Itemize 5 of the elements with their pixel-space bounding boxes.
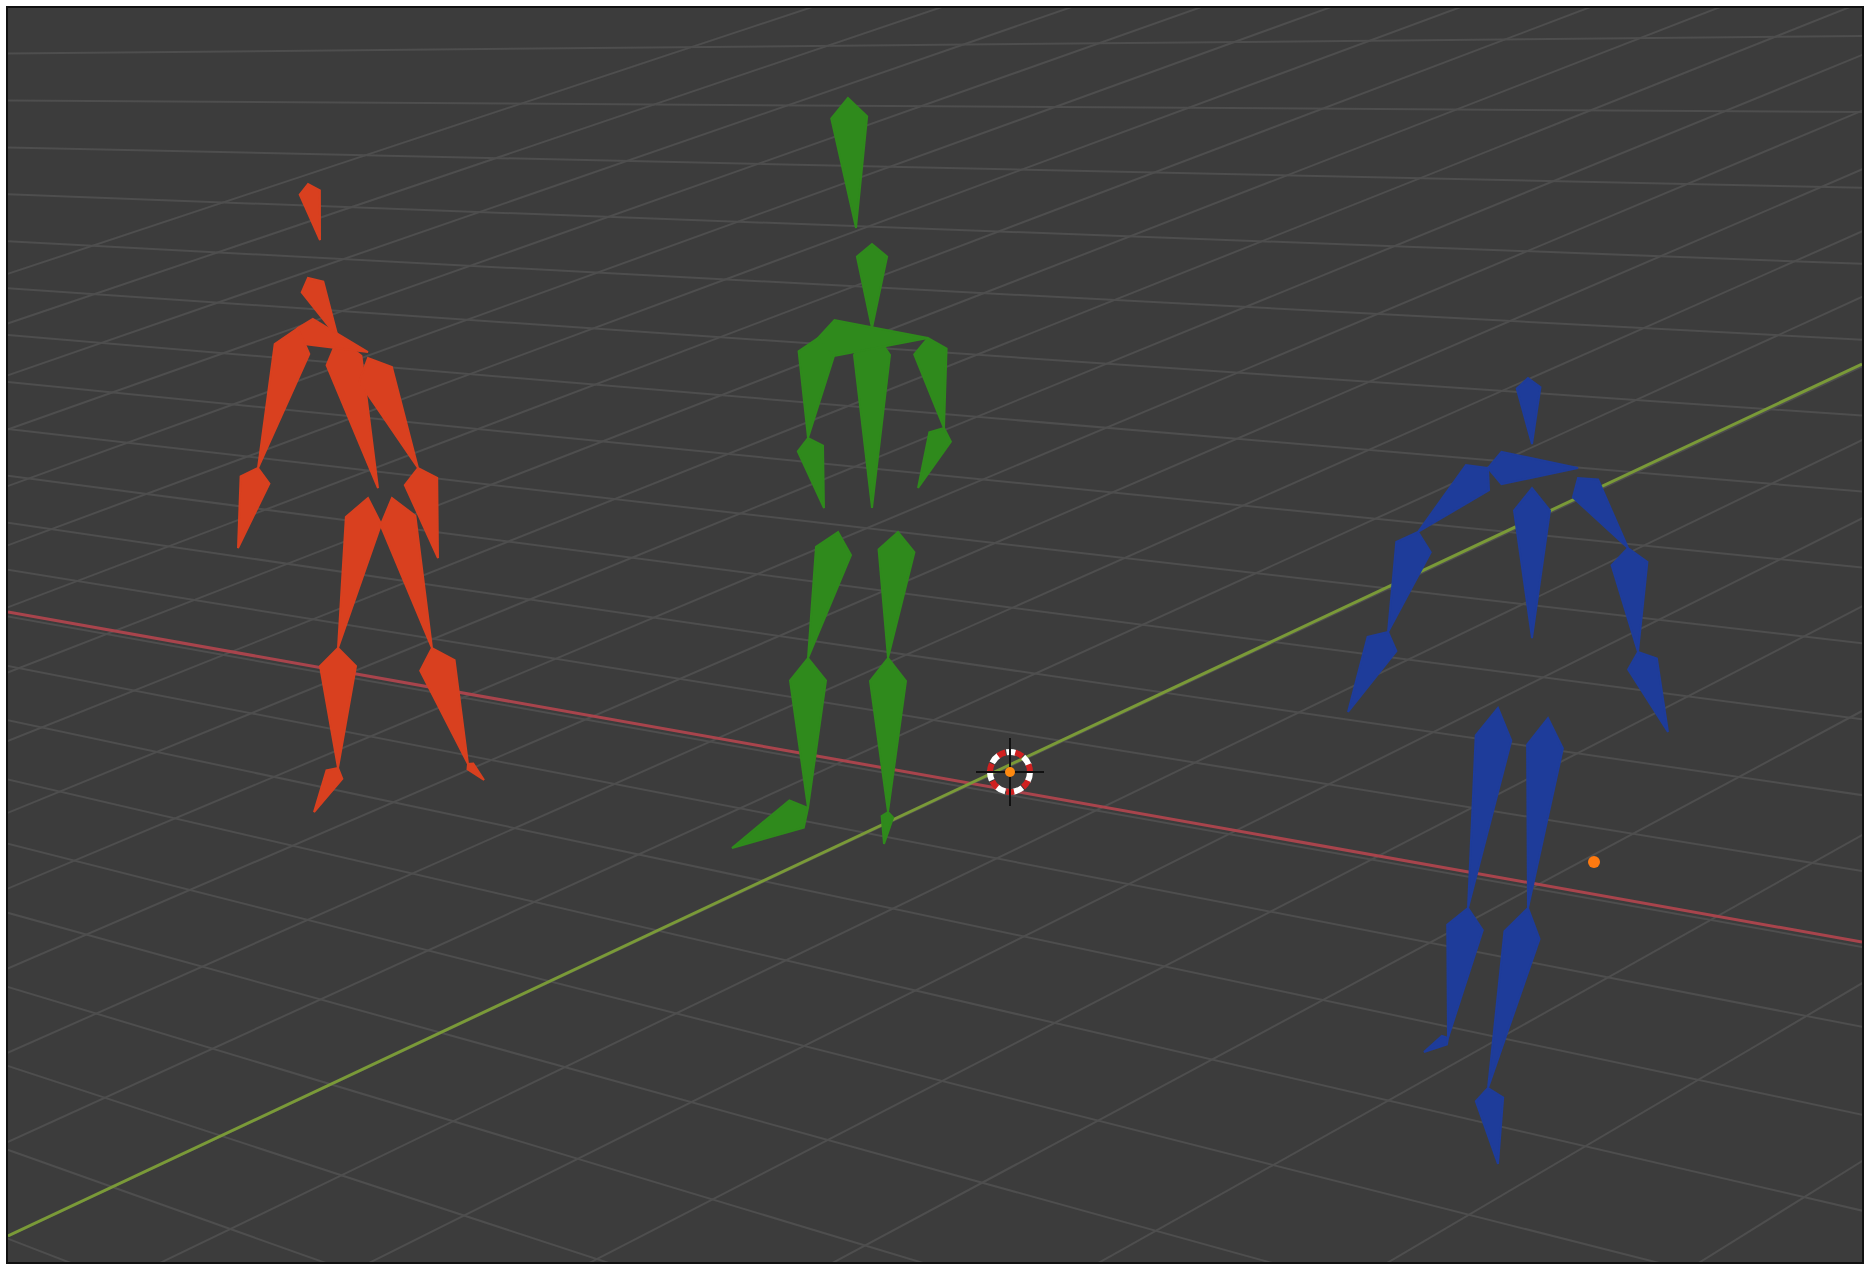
armature-skeleton-drawing[interactable] bbox=[731, 96, 953, 849]
armature-skeleton-drawing[interactable] bbox=[237, 182, 485, 813]
origin-dot-icon bbox=[1588, 856, 1600, 868]
armature-skeleton-drawing[interactable] bbox=[1347, 376, 1669, 1165]
3d-cursor-icon[interactable] bbox=[975, 737, 1045, 807]
